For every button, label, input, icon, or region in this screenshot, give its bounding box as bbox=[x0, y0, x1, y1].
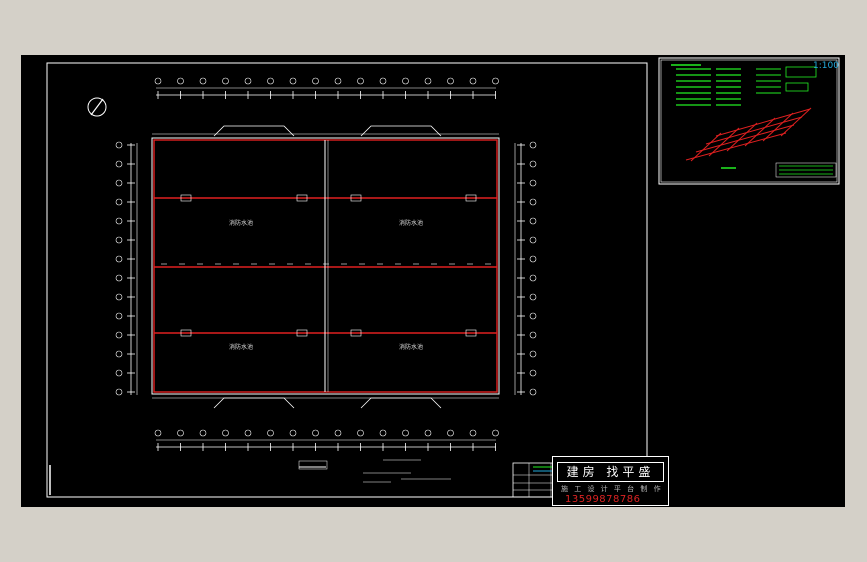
legend-box bbox=[785, 66, 817, 78]
dimension-right-grid-bubble bbox=[529, 350, 537, 358]
dimension-bottom-grid-bubble bbox=[289, 429, 297, 437]
plan-title bbox=[298, 460, 328, 470]
watermark-subtitle: 施 工 设 计 平 台 制 作 bbox=[561, 485, 663, 493]
dimension-right-grid-bubble bbox=[529, 388, 537, 396]
dimension-bottom-grid-bubble bbox=[402, 429, 409, 437]
dimension-right-grid-bubble bbox=[529, 274, 537, 282]
dimension-right-grid-bubble bbox=[529, 198, 537, 206]
dimension-left-grid-bubble bbox=[115, 198, 123, 206]
dimension-left-grid-bubble bbox=[115, 217, 123, 225]
dimension-left-grid-bubble bbox=[115, 388, 123, 396]
iso-pipe bbox=[685, 132, 787, 161]
dimension-top-grid-bubble bbox=[492, 77, 499, 85]
dimension-bottom-grid-bubble bbox=[244, 429, 252, 437]
dimension-right-grid-bubble bbox=[529, 255, 537, 263]
north-arrow-needle bbox=[90, 98, 104, 116]
dimension-right-grid-bubble bbox=[529, 217, 537, 225]
scale-label: 1:100 bbox=[813, 61, 839, 71]
dimension-bottom-grid-bubble bbox=[469, 429, 477, 437]
floor-plan-drawing bbox=[46, 57, 840, 498]
iso-pipe bbox=[690, 132, 722, 162]
dimension-left-grid-bubble bbox=[115, 236, 123, 244]
legend-panel-inner bbox=[660, 59, 838, 183]
dimension-bottom-grid-bubble bbox=[154, 429, 162, 437]
dimension-bottom-grid-bubble bbox=[177, 429, 184, 437]
dimension-right-grid-bubble bbox=[529, 236, 537, 244]
dimension-right-grid-bubble bbox=[529, 160, 537, 168]
legend-box bbox=[785, 82, 809, 92]
dimension-top-grid-bubble bbox=[447, 77, 454, 85]
roof-profile bbox=[213, 397, 295, 409]
dimension-top-grid-bubble bbox=[267, 77, 274, 85]
dimension-top-grid-bubble bbox=[312, 77, 319, 85]
dimension-right-grid-bubble bbox=[529, 369, 537, 377]
dimension-top-grid-bubble bbox=[424, 77, 432, 85]
dimension-right-grid-bubble bbox=[529, 331, 537, 339]
dimension-bottom-grid-bubble bbox=[424, 429, 432, 437]
dimension-bottom-grid-bubble bbox=[312, 429, 319, 437]
watermark-phone: 13599878786 bbox=[565, 494, 641, 505]
roof-profile bbox=[213, 125, 295, 137]
dimension-left-grid-bubble bbox=[115, 179, 123, 187]
cad-drawing-canvas[interactable]: 1:100 消防水池 消防水池 消防水池 消防水池 建房 找平盛 施 工 设 计… bbox=[21, 55, 845, 507]
dimension-bottom-grid-bubble bbox=[199, 429, 207, 437]
dimension-left-grid-bubble bbox=[115, 293, 123, 301]
dimension-top-grid-bubble bbox=[379, 77, 387, 85]
dimension-left-grid-bubble bbox=[115, 274, 123, 282]
dimension-right-grid-bubble bbox=[529, 141, 537, 149]
dimension-top-grid-bubble bbox=[402, 77, 409, 85]
dimension-left-grid-bubble bbox=[115, 255, 123, 263]
roof-profile bbox=[360, 125, 442, 137]
dimension-top-grid-bubble bbox=[244, 77, 252, 85]
dimension-bottom-grid-bubble bbox=[357, 429, 364, 437]
dimension-bottom-grid-bubble bbox=[447, 429, 454, 437]
dimension-bottom-grid-bubble bbox=[334, 429, 342, 437]
dimension-left-grid-bubble bbox=[115, 160, 123, 168]
dimension-right-grid-bubble bbox=[529, 179, 537, 187]
room-label-2: 消防水池 bbox=[399, 220, 424, 227]
room-label-4: 消防水池 bbox=[399, 344, 424, 351]
dimension-left-grid-bubble bbox=[115, 369, 123, 377]
dimension-left-grid-bubble bbox=[115, 331, 123, 339]
roof-profile bbox=[360, 397, 442, 409]
dimension-left-grid-bubble bbox=[115, 350, 123, 358]
dimension-bottom-grid-bubble bbox=[492, 429, 499, 437]
dimension-bottom-grid-bubble bbox=[379, 429, 387, 437]
dimension-right-grid-bubble bbox=[529, 312, 537, 320]
dimension-top-grid-bubble bbox=[357, 77, 364, 85]
watermark-title: 建房 找平盛 bbox=[557, 462, 664, 482]
dimension-top-grid-bubble bbox=[289, 77, 297, 85]
dimension-top-grid-bubble bbox=[222, 77, 229, 85]
dimension-left-grid-bubble bbox=[115, 141, 123, 149]
dimension-top-grid-bubble bbox=[154, 77, 162, 85]
room-label-1: 消防水池 bbox=[229, 220, 254, 227]
room-label-3: 消防水池 bbox=[229, 344, 254, 351]
watermark-stamp: 建房 找平盛 施 工 设 计 平 台 制 作 13599878786 bbox=[552, 456, 669, 506]
dimension-right-grid-bubble bbox=[529, 293, 537, 301]
dimension-bottom-grid-bubble bbox=[222, 429, 229, 437]
dimension-bottom-grid-bubble bbox=[267, 429, 274, 437]
dimension-top-grid-bubble bbox=[177, 77, 184, 85]
dimension-top-grid-bubble bbox=[469, 77, 477, 85]
dimension-top-grid-bubble bbox=[334, 77, 342, 85]
iso-pipe bbox=[695, 124, 795, 153]
dimension-left-grid-bubble bbox=[115, 312, 123, 320]
dimension-top-grid-bubble bbox=[199, 77, 207, 85]
